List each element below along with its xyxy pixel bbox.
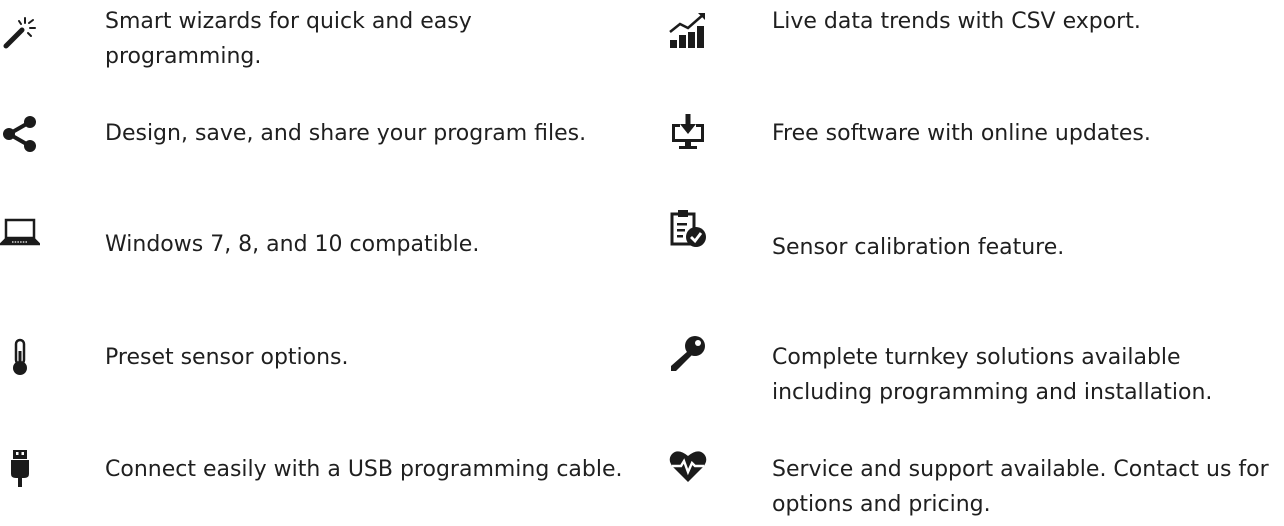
- laptop-icon: [0, 212, 40, 252]
- usb-plug-icon: [0, 448, 40, 488]
- feature-text: Design, save, and share your program fil…: [105, 121, 587, 146]
- feature-text: Windows 7, 8, and 10 compatible.: [105, 232, 480, 257]
- trend-chart-icon: [668, 10, 708, 50]
- feature-text: Free software with online updates.: [772, 121, 1151, 146]
- feature-text: Connect easily with a USB programming ca…: [105, 457, 623, 482]
- share-icon: [0, 114, 40, 154]
- feature-text: Preset sensor options.: [105, 345, 349, 370]
- thermometer-icon: [0, 337, 40, 377]
- key-icon: [668, 334, 708, 374]
- monitor-download-icon: [668, 112, 708, 152]
- feature-text: Complete turnkey solutions available inc…: [772, 345, 1213, 405]
- feature-text: Live data trends with CSV export.: [772, 9, 1141, 34]
- heartbeat-icon: [668, 446, 708, 486]
- feature-text: Sensor calibration feature.: [772, 235, 1065, 260]
- magic-wand-icon: [0, 12, 40, 52]
- feature-text: Service and support available. Contact u…: [772, 457, 1269, 517]
- feature-text: Smart wizards for quick and easy program…: [105, 9, 472, 69]
- clipboard-check-icon: [668, 208, 708, 248]
